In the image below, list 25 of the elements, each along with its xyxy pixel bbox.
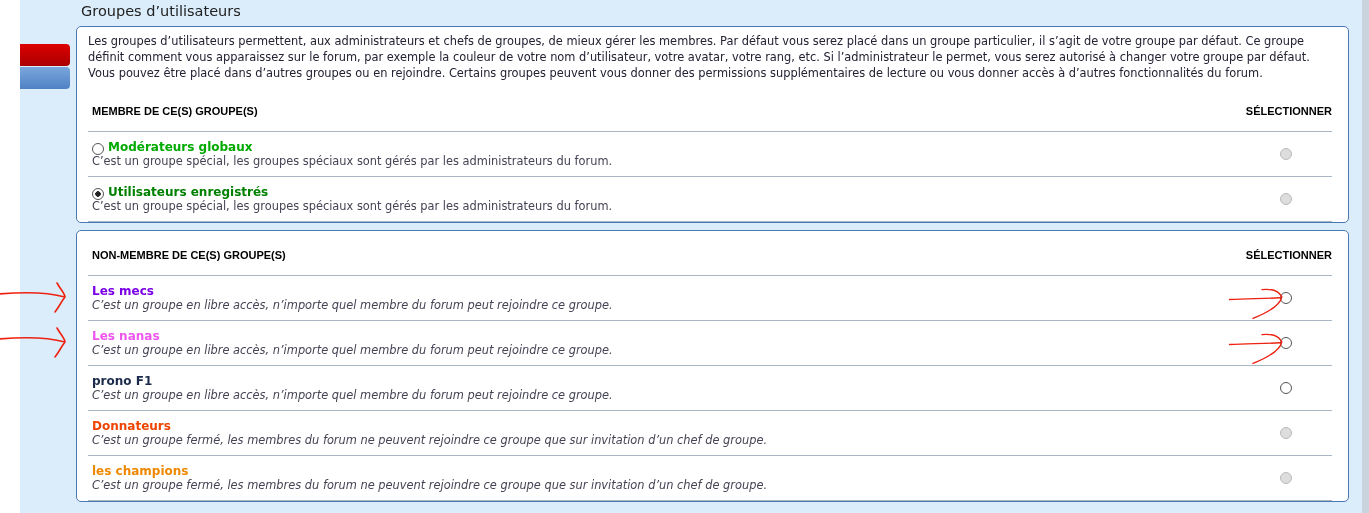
column-heading: SÉLECTIONNER <box>1245 249 1332 261</box>
select-radio[interactable] <box>1280 292 1292 304</box>
select-radio[interactable] <box>1280 382 1292 394</box>
column-heading: MEMBRE DE CE(S) GROUPE(S) <box>92 105 258 117</box>
group-description: C’est un groupe fermé, les membres du forum ne peuvent rejoindre ce groupe que sur invitation d’un chef de groupe. <box>92 433 769 447</box>
group-name[interactable]: Utilisateurs enregistrés <box>108 185 269 199</box>
page-title: Groupes d’utilisateurs <box>81 3 242 19</box>
group-name[interactable]: les champions <box>92 464 189 478</box>
group-name[interactable]: Les mecs <box>92 284 154 298</box>
default-group-radio[interactable] <box>92 188 104 200</box>
group-description: C’est un groupe fermé, les membres du forum ne peuvent rejoindre ce groupe que sur invitation d’un chef de groupe. <box>92 478 769 492</box>
group-name[interactable]: Modérateurs globaux <box>108 140 253 154</box>
select-radio[interactable] <box>1280 337 1292 349</box>
group-description: C’est un groupe en libre accès, n’importe quel membre du forum peut rejoindre ce groupe. <box>92 343 614 357</box>
group-name[interactable]: Donnateurs <box>92 419 171 433</box>
group-description: C’est un groupe en libre accès, n’importe quel membre du forum peut rejoindre ce groupe. <box>92 298 614 312</box>
intro-text: Les groupes d’utilisateurs permettent, aux administrateurs et chefs de groupes, de mieux gérer les membres. Par défaut vous serez placé dans un groupe particulier, il s’agit de votre groupe par défaut. Ce groupe définit comment vous apparaissez sur le forum, par exemple la couleur de votre nom d’utilisateur, votre avatar, votre rang, etc. Si l’administrateur le permet, vous serez autorisé à changer votre groupe par défaut. Vous pouvez être placé dans d’autres groupes ou en rejoindre. Certains groupes peuvent vous donner des permissions supplémentaires de lecture ou vous donner accès à d’autres fonctionnalités du forum. <box>88 33 1311 81</box>
default-group-radio[interactable] <box>92 143 104 155</box>
column-heading: SÉLECTIONNER <box>1245 105 1332 117</box>
group-description: C’est un groupe spécial, les groupes spéciaux sont gérés par les administrateurs du forum. <box>92 154 614 168</box>
group-description: C’est un groupe en libre accès, n’importe quel membre du forum peut rejoindre ce groupe. <box>92 388 614 402</box>
column-heading: NON-MEMBRE DE CE(S) GROUPE(S) <box>92 249 286 261</box>
group-name[interactable]: prono F1 <box>92 374 153 388</box>
group-description: C’est un groupe spécial, les groupes spéciaux sont gérés par les administrateurs du forum. <box>92 199 614 213</box>
group-name[interactable]: Les nanas <box>92 329 160 343</box>
